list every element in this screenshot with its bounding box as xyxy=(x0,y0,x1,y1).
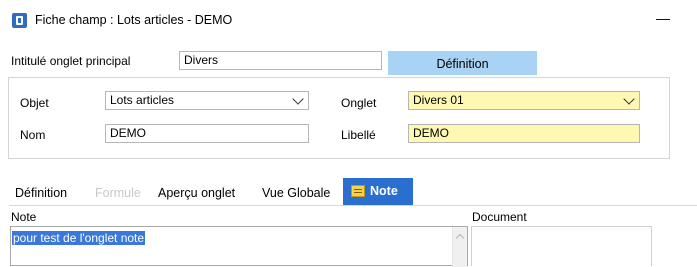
onglet-select-value: Divers 01 xyxy=(413,93,464,107)
tab-apercu-onglet[interactable]: Aperçu onglet xyxy=(158,186,235,200)
libelle-input[interactable]: DEMO xyxy=(408,124,640,143)
tab-formule: Formule xyxy=(95,186,141,200)
note-label: Note xyxy=(11,210,37,224)
note-selected-text: pour test de l'onglet note xyxy=(12,231,146,245)
objet-label: Objet xyxy=(20,96,49,110)
document-area[interactable] xyxy=(471,226,652,266)
tab-note-label: Note xyxy=(370,184,398,198)
note-textarea[interactable]: pour test de l'onglet note xyxy=(10,226,468,267)
chevron-down-icon xyxy=(623,93,635,105)
document-label: Document xyxy=(472,210,527,224)
app-window-icon xyxy=(12,13,27,28)
tab-divider xyxy=(9,205,697,206)
tab-note[interactable]: Note xyxy=(343,178,413,205)
field-properties-panel xyxy=(8,77,670,159)
onglet-select[interactable]: Divers 01 xyxy=(408,91,640,110)
main-tab-input[interactable]: Divers xyxy=(179,51,382,70)
objet-select-value: Lots articles xyxy=(110,93,175,107)
objet-select[interactable]: Lots articles xyxy=(105,91,309,110)
nom-input[interactable]: DEMO xyxy=(105,124,309,143)
minimize-button[interactable]: — xyxy=(651,8,675,28)
note-scrollbar[interactable] xyxy=(452,227,467,267)
onglet-label: Onglet xyxy=(341,96,377,110)
window-title: Fiche champ : Lots articles - DEMO xyxy=(35,13,233,27)
scroll-up-arrow-icon[interactable] xyxy=(455,233,465,243)
nom-label: Nom xyxy=(20,128,46,142)
note-icon xyxy=(351,185,365,197)
tab-vue-globale[interactable]: Vue Globale xyxy=(262,186,330,200)
definition-button[interactable]: Définition xyxy=(388,51,537,75)
main-tab-label: Intitulé onglet principal xyxy=(11,54,131,68)
chevron-down-icon xyxy=(292,93,304,105)
tab-definition[interactable]: Définition xyxy=(15,186,67,200)
libelle-label: Libellé xyxy=(341,128,376,142)
